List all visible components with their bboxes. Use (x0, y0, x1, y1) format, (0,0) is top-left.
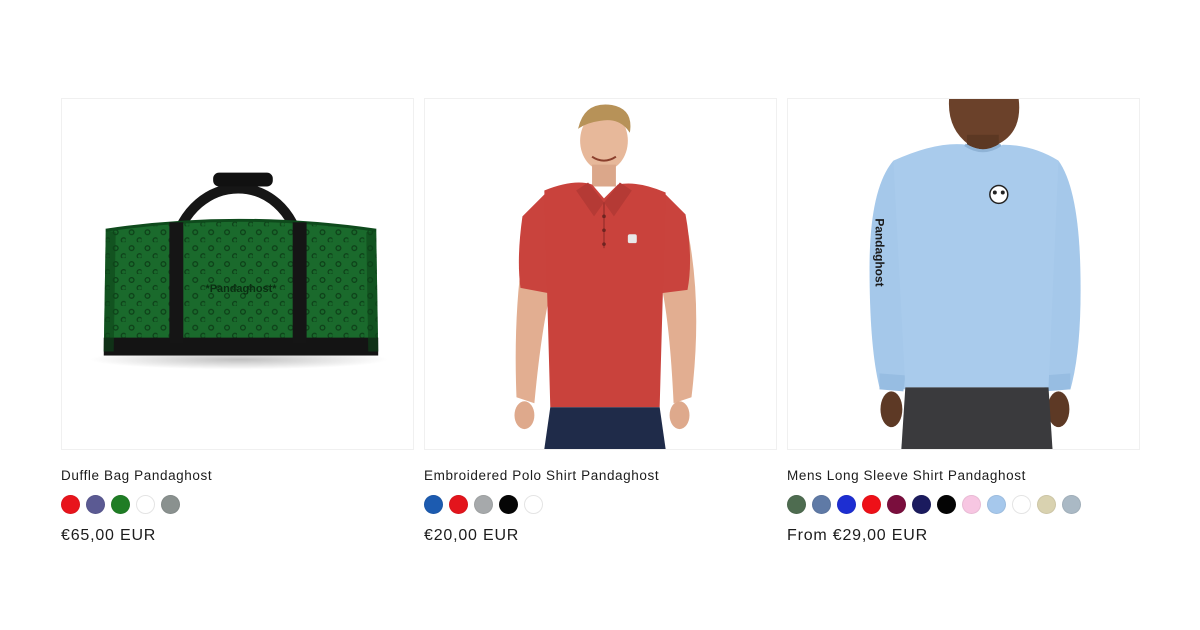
color-swatch-black[interactable] (499, 495, 518, 514)
color-swatch-maroon[interactable] (887, 495, 906, 514)
long-sleeve-shirt-illustration: Pandaghost (869, 99, 1081, 449)
color-swatch-pink[interactable] (962, 495, 981, 514)
color-swatch-light-blue[interactable] (987, 495, 1006, 514)
product-price: €20,00 EUR (424, 527, 520, 544)
product-image-long-sleeve-shirt[interactable]: Pandaghost (787, 98, 1140, 450)
product-card-polo-shirt[interactable]: Embroidered Polo Shirt Pandaghost €20,00… (424, 98, 777, 546)
color-swatch-grey[interactable] (474, 495, 493, 514)
bag-print-text: *Pandaghost* (205, 283, 277, 295)
product-image-polo-shirt[interactable] (424, 98, 777, 450)
color-swatch-light-grey[interactable] (1062, 495, 1081, 514)
product-title[interactable]: Mens Long Sleeve Shirt Pandaghost (787, 468, 1140, 484)
color-swatch-green[interactable] (787, 495, 806, 514)
color-swatch-white[interactable] (524, 495, 543, 514)
product-price: From €29,00 EUR (787, 527, 928, 544)
color-swatch-white[interactable] (136, 495, 155, 514)
color-swatch-red[interactable] (862, 495, 881, 514)
product-title[interactable]: Duffle Bag Pandaghost (61, 468, 414, 484)
color-swatch-blue[interactable] (424, 495, 443, 514)
duffle-bag-illustration: *Pandaghost* (89, 172, 389, 370)
color-swatches (787, 495, 1140, 514)
color-swatches (424, 495, 777, 514)
product-card-duffle-bag[interactable]: *Pandaghost* Duffle Bag Pandaghost €65,0… (61, 98, 414, 546)
product-image-duffle-bag[interactable]: *Pandaghost* (61, 98, 414, 450)
color-swatch-slate-blue[interactable] (812, 495, 831, 514)
product-title[interactable]: Embroidered Polo Shirt Pandaghost (424, 468, 777, 484)
color-swatch-red[interactable] (61, 495, 80, 514)
color-swatch-grey[interactable] (161, 495, 180, 514)
color-swatches (61, 495, 414, 514)
color-swatch-navy[interactable] (912, 495, 931, 514)
color-swatch-green[interactable] (111, 495, 130, 514)
sleeve-print-text: Pandaghost (873, 218, 887, 286)
color-swatch-sand[interactable] (1037, 495, 1056, 514)
polo-shirt-illustration (514, 104, 697, 449)
product-price: €65,00 EUR (61, 527, 157, 544)
product-grid: *Pandaghost* Duffle Bag Pandaghost €65,0… (61, 98, 1140, 546)
color-swatch-purple[interactable] (86, 495, 105, 514)
color-swatch-red[interactable] (449, 495, 468, 514)
color-swatch-white[interactable] (1012, 495, 1031, 514)
color-swatch-royal-blue[interactable] (837, 495, 856, 514)
product-card-long-sleeve-shirt[interactable]: Pandaghost Mens Long Sleeve Shirt Pandag… (787, 98, 1140, 546)
color-swatch-black[interactable] (937, 495, 956, 514)
